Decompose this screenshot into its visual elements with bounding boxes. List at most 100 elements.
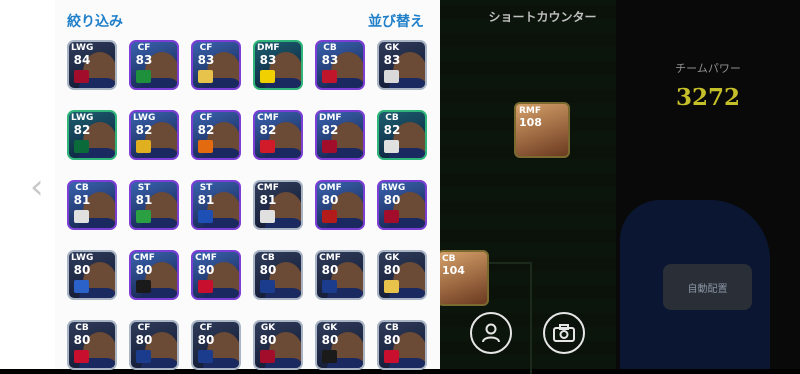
auto-assign-button[interactable]: 自動配置 — [663, 264, 752, 310]
player-position: DMF — [319, 113, 342, 123]
club-badge-icon — [198, 210, 213, 223]
player-card[interactable]: CB 81 — [67, 180, 117, 230]
player-card[interactable]: LWG 84 — [67, 40, 117, 90]
player-rating: 83 — [259, 53, 277, 67]
player-card[interactable]: CMF 80 — [315, 250, 365, 300]
player-card[interactable]: CB 83 — [315, 40, 365, 90]
club-badge-icon — [136, 70, 151, 83]
player-position: GK — [260, 323, 276, 333]
pitch-player-card[interactable]: RMF 108 — [514, 102, 570, 158]
club-badge-icon — [322, 210, 337, 223]
player-position: CB — [75, 183, 89, 193]
player-rating: 82 — [73, 123, 91, 137]
team-power-value: 3272 — [675, 84, 740, 111]
club-badge-icon — [322, 140, 337, 153]
player-rating: 80 — [259, 333, 277, 347]
club-badge-icon — [384, 350, 399, 363]
club-badge-icon — [322, 70, 337, 83]
team-power-label: チームパワー — [675, 62, 741, 75]
player-card[interactable]: DMF 82 — [315, 110, 365, 160]
player-card[interactable]: CMF 80 — [129, 250, 179, 300]
player-position: GK — [384, 43, 400, 53]
player-card[interactable]: ST 81 — [191, 180, 241, 230]
player-rating: 82 — [383, 123, 401, 137]
player-rating: 81 — [259, 193, 277, 207]
player-card[interactable]: CF 80 — [129, 320, 179, 370]
player-view-button[interactable] — [470, 312, 512, 354]
pitch-card-rating: 104 — [442, 264, 465, 277]
player-card[interactable]: CMF 81 — [253, 180, 303, 230]
player-rating: 80 — [197, 333, 215, 347]
club-badge-icon — [384, 280, 399, 293]
person-icon — [482, 323, 500, 343]
club-badge-icon — [198, 280, 213, 293]
player-position: CB — [323, 43, 337, 53]
club-badge-icon — [384, 70, 399, 83]
club-badge-icon — [74, 280, 89, 293]
player-card[interactable]: GK 80 — [377, 250, 427, 300]
pitch-card-rating: 108 — [519, 116, 542, 129]
player-card[interactable]: CF 82 — [191, 110, 241, 160]
player-card[interactable]: CB 80 — [377, 320, 427, 370]
player-card[interactable]: LWG 82 — [67, 110, 117, 160]
club-badge-icon — [384, 140, 399, 153]
player-position: CF — [137, 323, 151, 333]
filter-button[interactable]: 絞り込み — [67, 11, 123, 31]
player-card[interactable]: GK 80 — [253, 320, 303, 370]
player-card[interactable]: OMF 80 — [315, 180, 365, 230]
player-card[interactable]: CB 80 — [253, 250, 303, 300]
player-position: CMF — [319, 253, 341, 263]
chevron-left-icon[interactable]: ‹ — [30, 170, 44, 204]
player-position: ST — [199, 183, 213, 193]
player-card[interactable]: DMF 83 — [253, 40, 303, 90]
player-rating: 80 — [73, 263, 91, 277]
player-card[interactable]: CF 83 — [129, 40, 179, 90]
pitch-card-position: CB — [442, 254, 456, 264]
player-rating: 82 — [135, 123, 153, 137]
player-position: CF — [199, 113, 213, 123]
player-card[interactable]: GK 83 — [377, 40, 427, 90]
player-card[interactable]: LWG 82 — [129, 110, 179, 160]
player-position: CB — [385, 323, 399, 333]
player-position: CF — [137, 43, 151, 53]
player-card[interactable]: CF 83 — [191, 40, 241, 90]
player-rating: 80 — [383, 193, 401, 207]
club-badge-icon — [260, 210, 275, 223]
player-position: CMF — [195, 253, 217, 263]
player-card[interactable]: GK 80 — [315, 320, 365, 370]
club-badge-icon — [322, 280, 337, 293]
player-card[interactable]: CB 80 — [67, 320, 117, 370]
club-badge-icon — [136, 140, 151, 153]
player-card[interactable]: CB 82 — [377, 110, 427, 160]
player-position: CMF — [257, 183, 279, 193]
player-position: CB — [261, 253, 275, 263]
player-rating: 81 — [135, 193, 153, 207]
player-card[interactable]: ST 81 — [129, 180, 179, 230]
player-position: DMF — [257, 43, 280, 53]
club-badge-icon — [136, 210, 151, 223]
shortcut-counter-label: ショートカウンター — [488, 10, 597, 24]
player-rating: 83 — [135, 53, 153, 67]
player-card[interactable]: RWG 80 — [377, 180, 427, 230]
camera-icon — [553, 324, 575, 342]
player-card[interactable]: LWG 80 — [67, 250, 117, 300]
player-rating: 80 — [321, 333, 339, 347]
sort-button[interactable]: 並び替え — [368, 11, 424, 31]
club-badge-icon — [74, 210, 89, 223]
player-card[interactable]: CMF 80 — [191, 250, 241, 300]
camera-button[interactable] — [543, 312, 585, 354]
player-rating: 80 — [259, 263, 277, 277]
player-rating: 80 — [135, 333, 153, 347]
player-card[interactable]: CF 80 — [191, 320, 241, 370]
player-rating: 80 — [135, 263, 153, 277]
player-rating: 82 — [259, 123, 277, 137]
club-badge-icon — [136, 350, 151, 363]
player-rating: 80 — [321, 263, 339, 277]
player-position: LWG — [71, 43, 94, 53]
player-position: LWG — [71, 253, 94, 263]
player-rating: 84 — [73, 53, 91, 67]
player-card[interactable]: CMF 82 — [253, 110, 303, 160]
pitch-player-card[interactable]: CB 104 — [437, 250, 489, 306]
player-position: OMF — [319, 183, 342, 193]
club-badge-icon — [74, 140, 89, 153]
